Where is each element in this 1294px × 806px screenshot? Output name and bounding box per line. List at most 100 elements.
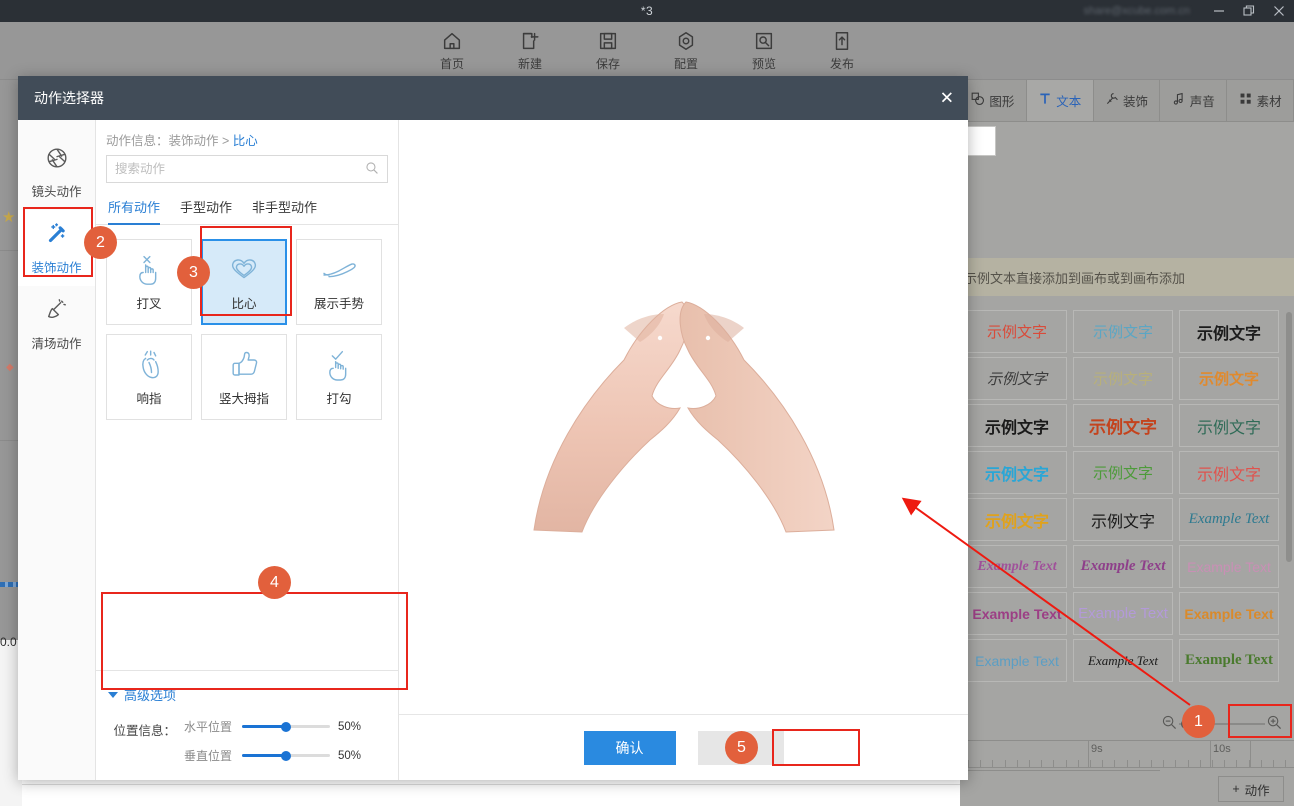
slider-knob[interactable] <box>281 722 291 732</box>
slider-label: 垂直位置 <box>184 747 234 764</box>
zoom-out-icon[interactable] <box>1162 715 1177 733</box>
action-card-4[interactable]: 竖大拇指 <box>201 334 287 420</box>
dialog-body: 镜头动作 装饰动作 清场动作 动作信息：装饰动作 > 比心 <box>18 120 968 780</box>
toolbar-item-2[interactable]: 保存 <box>585 30 631 72</box>
action-card-2[interactable]: 展示手势 <box>296 239 382 325</box>
timeline-minor-tick <box>1127 760 1128 767</box>
action-card-label: 打叉 <box>136 293 161 312</box>
text-style-item[interactable]: Example Text <box>967 545 1067 588</box>
timeline-minor-tick <box>1066 760 1067 767</box>
slider-track[interactable] <box>242 725 330 728</box>
timeline-minor-tick <box>1236 760 1237 767</box>
text-style-item[interactable]: 示例文字 <box>1073 310 1173 353</box>
timeline-zoom-row <box>960 710 1294 738</box>
timeline-minor-tick <box>1188 760 1189 767</box>
text-style-item[interactable]: Example Text <box>1179 498 1279 541</box>
search-icon[interactable] <box>365 161 379 178</box>
hand-check-icon <box>319 348 359 382</box>
right-panel-tab-3[interactable]: 声音 <box>1160 80 1227 121</box>
text-style-item[interactable]: Example Text <box>1073 545 1173 588</box>
action-card-1[interactable]: 比心 <box>201 239 287 325</box>
timeline-minor-tick <box>1224 760 1225 767</box>
panel-scrollbar[interactable] <box>1286 312 1292 562</box>
text-style-label: Example Text <box>1189 511 1270 528</box>
dialog-action-list: 动作信息：装饰动作 > 比心 所有动作手型动作非手型动作 打叉 比心 展示手势 … <box>96 120 399 780</box>
right-panel-tab-2[interactable]: 装饰 <box>1094 80 1161 121</box>
text-style-item[interactable]: 示例文字 <box>1179 404 1279 447</box>
slider-label: 水平位置 <box>184 718 234 735</box>
dialog-tab-2[interactable]: 非手型动作 <box>252 197 317 224</box>
timeline-tick-label: 10s <box>1213 743 1231 755</box>
add-action-button[interactable]: + 动作 <box>1218 776 1284 802</box>
text-style-item[interactable]: 示例文字 <box>967 310 1067 353</box>
timeline-minor-tick <box>1102 760 1103 767</box>
text-style-item[interactable]: 示例文字 <box>967 498 1067 541</box>
slider-track[interactable] <box>242 754 330 757</box>
search-box[interactable] <box>106 155 388 183</box>
text-style-item[interactable]: Example Text <box>967 592 1067 635</box>
dialog-tab-0[interactable]: 所有动作 <box>108 197 160 224</box>
text-style-item[interactable]: 示例文字 <box>1073 498 1173 541</box>
right-panel-tabs: 图形文本装饰声音素材 <box>960 80 1294 122</box>
action-card-label: 竖大拇指 <box>219 388 269 407</box>
step-badge-2: 2 <box>84 226 117 259</box>
step-badge-4: 4 <box>258 566 291 599</box>
text-style-label: 示例文字 <box>985 461 1049 485</box>
text-style-item[interactable]: 示例文字 <box>967 357 1067 400</box>
toolbar-item-1[interactable]: 新建 <box>507 30 553 72</box>
timeline-minor-tick <box>1200 760 1201 767</box>
text-style-item[interactable]: 示例文字 <box>1179 310 1279 353</box>
dialog-sidebar-item-2[interactable]: 清场动作 <box>18 286 95 362</box>
action-preview-pane: 确认 取消 <box>399 120 968 780</box>
dialog-tab-1[interactable]: 手型动作 <box>180 197 232 224</box>
dialog-sidebar-item-0[interactable]: 镜头动作 <box>18 134 95 210</box>
dialog-close-icon[interactable]: ✕ <box>940 90 954 107</box>
toolbar-item-5[interactable]: 发布 <box>819 30 865 72</box>
right-panel-tab-1[interactable]: 文本 <box>1027 80 1094 121</box>
action-card-label: 响指 <box>136 388 161 407</box>
dialog-title-text: 动作选择器 <box>34 88 104 108</box>
timeline-ruler[interactable]: 9s10s <box>960 740 1294 768</box>
text-style-item[interactable]: 示例文字 <box>967 451 1067 494</box>
text-style-label: Example Text <box>1184 606 1273 622</box>
preview-icon <box>753 30 775 52</box>
dialog-sidebar-label: 装饰动作 <box>31 257 81 276</box>
slider-knob[interactable] <box>281 751 291 761</box>
action-card-label: 比心 <box>231 293 256 312</box>
text-style-item[interactable]: 示例文字 <box>1073 357 1173 400</box>
text-style-item[interactable]: 示例文字 <box>1179 451 1279 494</box>
close-icon[interactable] <box>1264 0 1294 22</box>
text-style-item[interactable]: 示例文字 <box>1073 404 1173 447</box>
search-input[interactable] <box>115 162 365 176</box>
text-style-item[interactable]: Example Text <box>1179 545 1279 588</box>
toolbar-item-0[interactable]: 首页 <box>429 30 475 72</box>
confirm-button[interactable]: 确认 <box>584 731 676 765</box>
advanced-options-header[interactable]: 高级选项 <box>102 685 399 704</box>
text-style-item[interactable]: Example Text <box>1073 639 1173 682</box>
text-style-item[interactable]: Example Text <box>967 639 1067 682</box>
toolbar-item-3[interactable]: 配置 <box>663 30 709 72</box>
text-style-item[interactable]: Example Text <box>1179 639 1279 682</box>
text-style-item[interactable]: 示例文字 <box>1179 357 1279 400</box>
toolbar-item-4[interactable]: 预览 <box>741 30 787 72</box>
slider-value: 50% <box>338 721 368 733</box>
action-card-3[interactable]: 响指 <box>106 334 192 420</box>
text-style-item[interactable]: Example Text <box>1179 592 1279 635</box>
text-style-item[interactable]: 示例文字 <box>1073 451 1173 494</box>
right-panel-tab-0[interactable]: 图形 <box>960 80 1027 121</box>
action-card-5[interactable]: 打勾 <box>296 334 382 420</box>
minimize-icon[interactable] <box>1204 0 1234 22</box>
text-style-item[interactable]: Example Text <box>1073 592 1173 635</box>
save-icon <box>597 30 619 52</box>
timeline-minor-tick <box>1151 760 1152 767</box>
timeline-minor-tick <box>980 760 981 767</box>
text-style-label: Example Text <box>1185 652 1273 669</box>
zoom-in-icon[interactable] <box>1267 715 1282 733</box>
toolbar-item-label: 新建 <box>518 55 542 72</box>
toolbar-item-label: 配置 <box>674 55 698 72</box>
right-panel-tab-4[interactable]: 素材 <box>1227 80 1294 121</box>
dialog-sidebar-item-1[interactable]: 装饰动作 <box>18 210 95 286</box>
dialog-titlebar: 动作选择器 ✕ <box>18 76 968 120</box>
text-style-item[interactable]: 示例文字 <box>967 404 1067 447</box>
restore-icon[interactable] <box>1234 0 1264 22</box>
